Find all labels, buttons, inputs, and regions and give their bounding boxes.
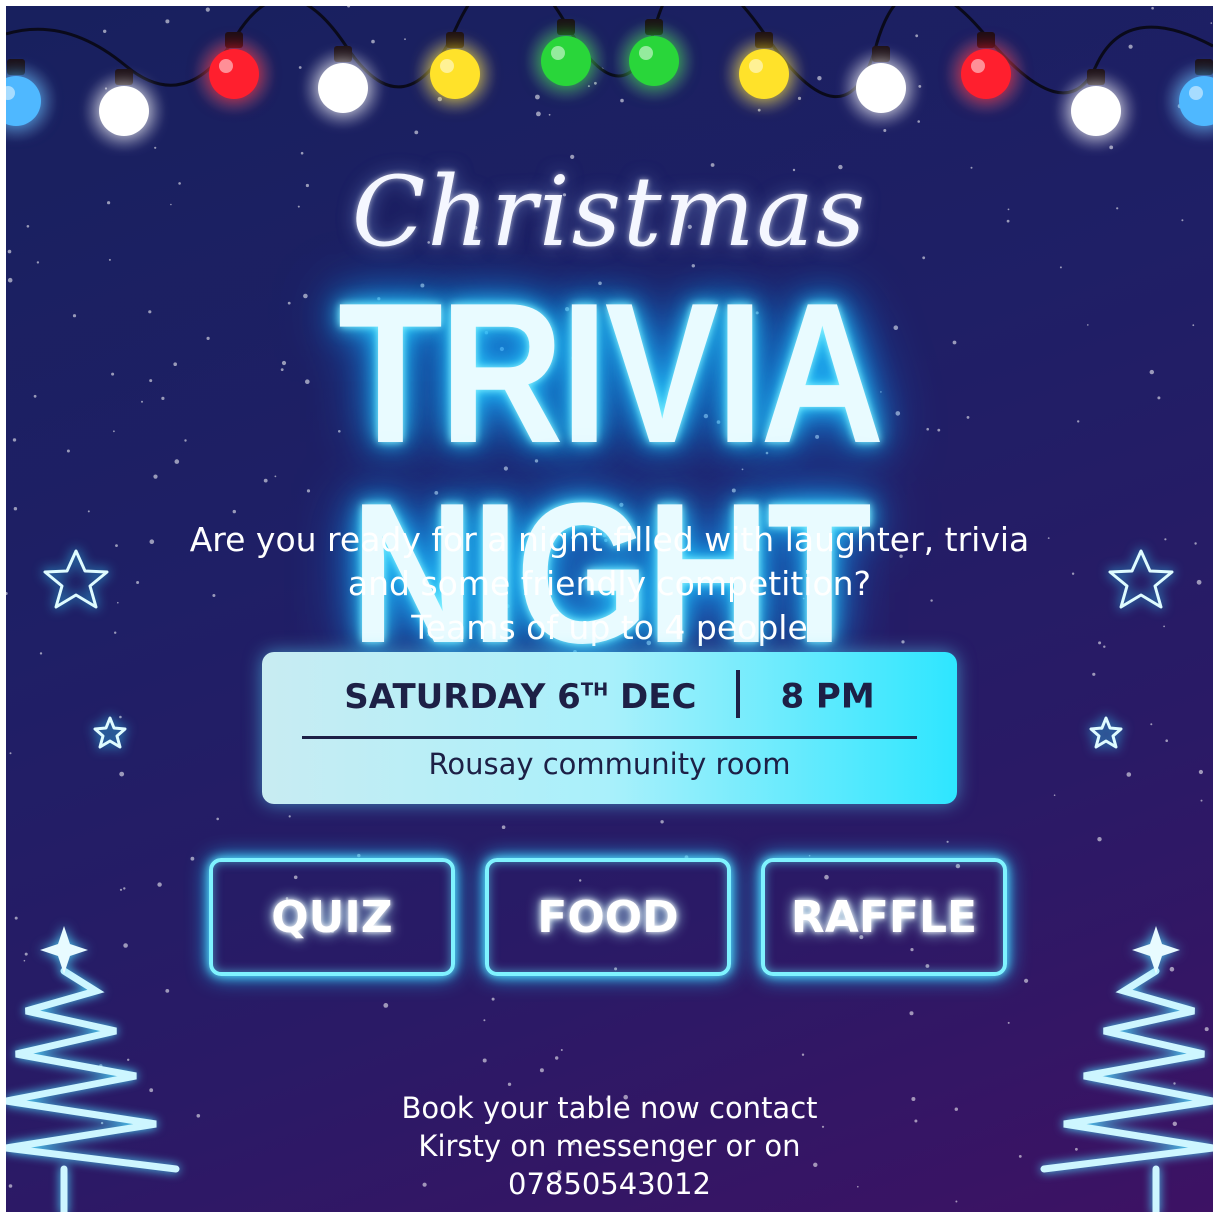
event-date: SATURDAY 6TH DEC [344, 676, 697, 717]
venue-label: Rousay community room [428, 747, 791, 781]
intro-line: Are you ready for a night filled with la… [189, 520, 1030, 559]
divider [302, 736, 917, 739]
divider [736, 670, 741, 718]
event-time: 8 PM [780, 676, 875, 717]
raffle-badge: RAFFLE [761, 858, 1007, 976]
phone-number: 07850543012 [508, 1167, 711, 1201]
event-details-box: SATURDAY 6TH DEC 8 PM Rousay community ro… [262, 652, 957, 804]
food-badge: FOOD [485, 858, 731, 976]
intro-line: Teams of up to 4 people [411, 608, 808, 647]
footer-line: Book your table now contact [401, 1091, 818, 1125]
footer-line: Kirsty on messenger or on [418, 1129, 801, 1163]
date-suffix: TH [580, 679, 609, 701]
star-icon [40, 926, 88, 974]
trivia-poster: Christmas TRIVIA NIGHT Are you ready for… [6, 6, 1213, 1212]
date-time-row: SATURDAY 6TH DEC 8 PM [262, 670, 957, 722]
star-icon [1132, 926, 1180, 974]
quiz-badge: QUIZ [209, 858, 455, 976]
intro-text: Are you ready for a night filled with la… [6, 518, 1213, 650]
intro-line: and some friendly competition? [347, 564, 872, 603]
script-title: Christmas [351, 156, 868, 268]
booking-info: Book your table now contact Kirsty on me… [6, 1089, 1213, 1203]
